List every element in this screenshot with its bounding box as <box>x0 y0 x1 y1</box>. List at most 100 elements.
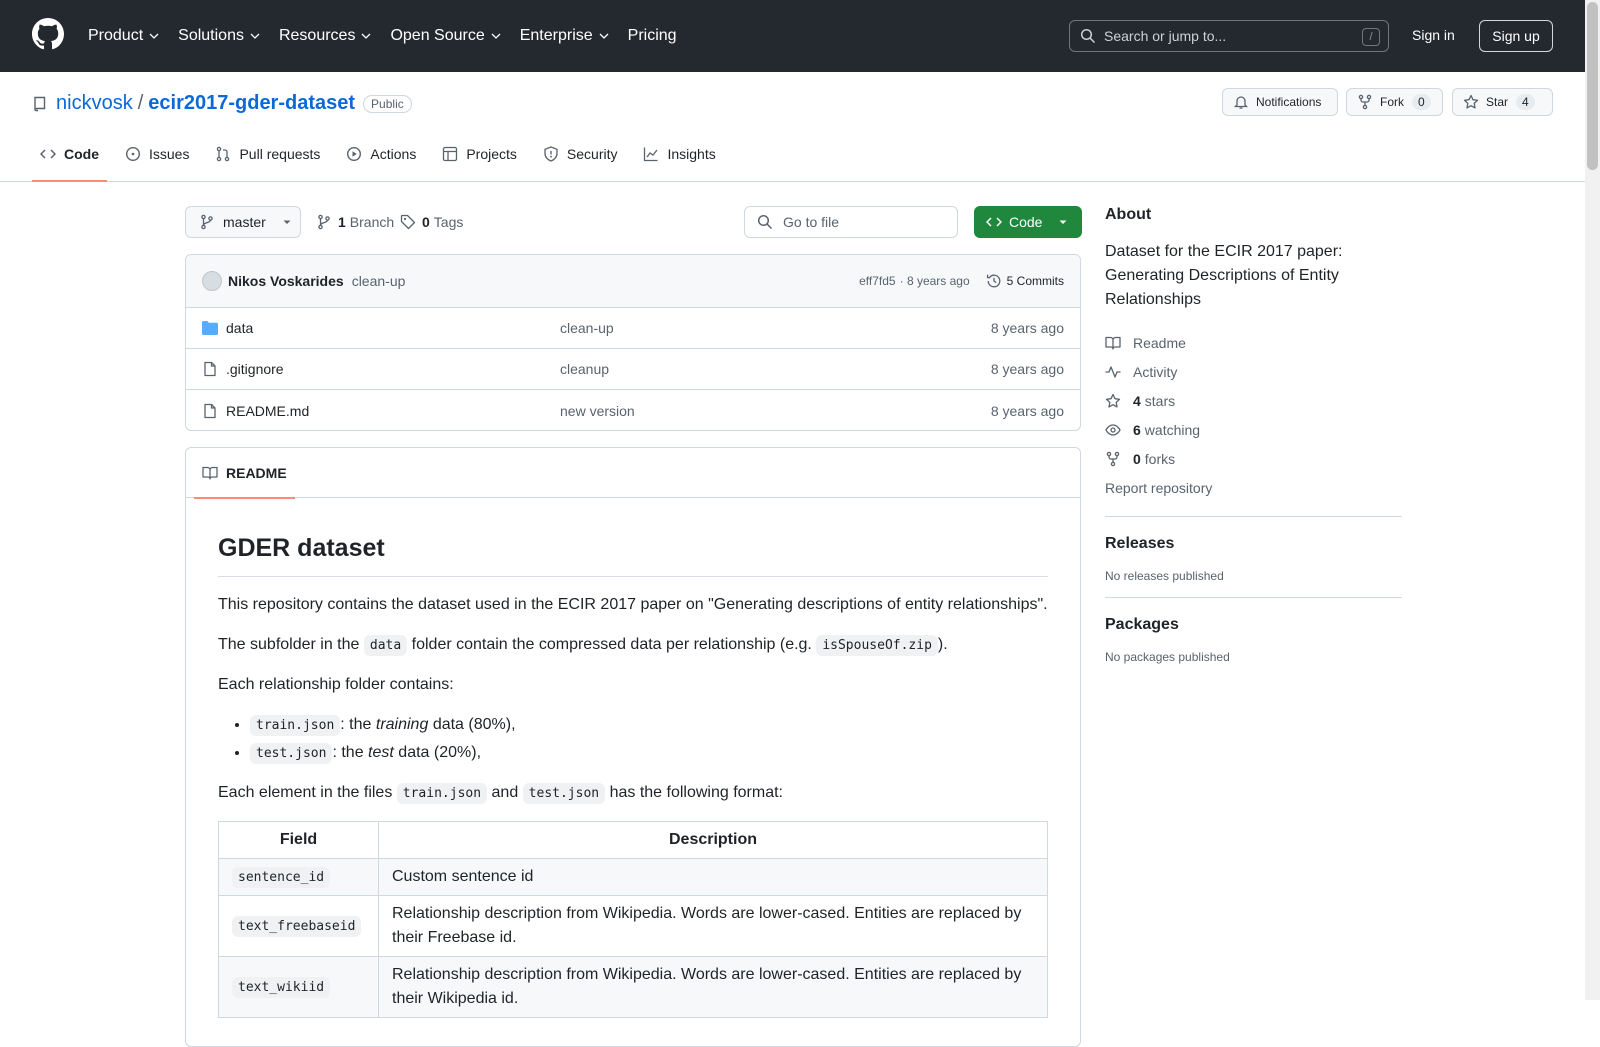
packages-empty-text: No packages published <box>1105 650 1230 664</box>
commit-message[interactable]: clean-up <box>352 273 406 289</box>
go-to-file-input[interactable]: Go to file <box>744 206 958 238</box>
branch-icon <box>201 214 213 230</box>
table-header: Field <box>218 820 379 859</box>
readme-header: README <box>186 448 1080 499</box>
avatar[interactable] <box>202 271 222 291</box>
tab-issues[interactable]: Issues <box>117 134 197 174</box>
tab-readme[interactable]: README <box>194 448 295 499</box>
file-row[interactable]: README.md new version 8 years ago <box>186 390 1080 430</box>
file-commit-message[interactable]: cleanup <box>560 361 609 377</box>
folder-icon <box>202 321 218 335</box>
releases-heading[interactable]: Releases <box>1105 535 1402 553</box>
history-icon <box>986 274 1001 288</box>
nav-enterprise[interactable]: Enterprise <box>520 27 610 45</box>
file-age: 8 years ago <box>990 402 1064 419</box>
watching-link[interactable]: 6 watching <box>1105 415 1402 444</box>
file-age: 8 years ago <box>990 320 1064 336</box>
search-placeholder: Search or jump to... <box>1104 28 1227 44</box>
repo-title: nickvosk / ecir2017-gder-dataset Public <box>32 92 412 115</box>
search-icon <box>1080 28 1096 44</box>
github-logo-icon[interactable] <box>32 18 64 50</box>
stars-link[interactable]: 4 stars <box>1105 386 1402 415</box>
readme-paragraph: Each element in the files train.json and… <box>218 781 1048 805</box>
file-name[interactable]: .gitignore <box>226 361 560 377</box>
nav-pricing[interactable]: Pricing <box>628 27 677 45</box>
file-name[interactable]: README.md <box>226 403 560 419</box>
nav-product[interactable]: Product <box>88 27 160 45</box>
pull-request-icon <box>217 146 230 162</box>
shield-icon <box>544 146 558 162</box>
commit-author[interactable]: Nikos Voskarides <box>228 273 344 289</box>
forks-link[interactable]: 0 forks <box>1105 444 1402 473</box>
book-icon <box>202 466 218 480</box>
nav-open-source[interactable]: Open Source <box>390 27 501 45</box>
issue-icon <box>125 146 141 162</box>
table-header-row: Field Description <box>218 820 1048 859</box>
packages-heading[interactable]: Packages <box>1105 616 1402 634</box>
search-shortcut-key: / <box>1362 28 1380 46</box>
inline-code: data <box>363 634 408 656</box>
scrollbar-thumb[interactable] <box>1587 2 1598 170</box>
repo-owner-link[interactable]: nickvosk <box>56 92 133 115</box>
readme-link[interactable]: Readme <box>1105 328 1402 357</box>
fork-button[interactable]: Fork 0 <box>1346 88 1443 116</box>
notifications-button[interactable]: Notifications <box>1222 88 1338 116</box>
branches-link[interactable]: 1 Branch <box>316 214 394 230</box>
repo-icon <box>34 96 46 111</box>
table-header: Description <box>378 820 1048 859</box>
commits-link[interactable]: 5 Commits <box>986 273 1064 289</box>
code-icon <box>40 149 56 159</box>
file-icon <box>204 361 216 377</box>
branch-icon <box>318 214 330 230</box>
file-list: Nikos Voskarides clean-up eff7fd5 · 8 ye… <box>185 254 1081 431</box>
readme-panel: README GDER dataset This repository cont… <box>185 447 1081 1047</box>
commit-sha[interactable]: eff7fd5 <box>859 274 895 288</box>
top-nav: Product Solutions Resources Open Source … <box>88 0 695 72</box>
file-name[interactable]: data <box>226 320 560 336</box>
fork-icon <box>1358 94 1372 110</box>
readme-title: GDER dataset <box>218 530 1048 577</box>
search-icon <box>757 214 773 230</box>
readme-paragraph: Each relationship folder contains: <box>218 675 454 693</box>
releases-empty-text: No releases published <box>1105 569 1224 583</box>
tab-actions[interactable]: Actions <box>338 134 424 174</box>
file-commit-message[interactable]: new version <box>560 403 635 419</box>
file-row[interactable]: data clean-up 8 years ago <box>186 308 1080 349</box>
tag-icon <box>400 214 416 230</box>
tags-link[interactable]: 0 Tags <box>400 214 463 230</box>
star-icon <box>1463 94 1479 109</box>
sign-in-link[interactable]: Sign in <box>1412 27 1455 43</box>
tab-security[interactable]: Security <box>535 134 626 174</box>
table-row: text_freebaseid Relationship description… <box>218 894 1048 957</box>
repo-header: nickvosk / ecir2017-gder-dataset Public … <box>0 72 1585 182</box>
table-row: text_wikiid Relationship description fro… <box>218 955 1048 1018</box>
branch-select-button[interactable]: master <box>185 206 301 238</box>
fork-count: 0 <box>1412 94 1431 110</box>
nav-solutions[interactable]: Solutions <box>178 27 261 45</box>
play-circle-icon <box>347 146 362 162</box>
tab-projects[interactable]: Projects <box>434 134 525 174</box>
file-row[interactable]: .gitignore cleanup 8 years ago <box>186 349 1080 390</box>
repo-name-link[interactable]: ecir2017-gder-dataset <box>148 92 355 115</box>
page-scrollbar[interactable] <box>1585 0 1600 1000</box>
tab-insights[interactable]: Insights <box>635 134 723 174</box>
about-heading: About <box>1105 206 1152 223</box>
eye-icon <box>1105 423 1121 436</box>
file-icon <box>204 403 216 418</box>
caret-down-icon <box>1059 220 1067 224</box>
code-dropdown-button[interactable]: Code <box>974 206 1082 238</box>
sign-up-button[interactable]: Sign up <box>1479 20 1553 52</box>
readme-paragraph: The subfolder in the data folder contain… <box>218 633 1048 657</box>
tab-code[interactable]: Code <box>32 134 107 182</box>
star-button[interactable]: Star 4 <box>1452 88 1553 116</box>
bell-icon <box>1233 96 1249 109</box>
list-item: test.json: the test data (20%), <box>250 741 1048 765</box>
search-input[interactable]: Search or jump to... / <box>1069 20 1389 52</box>
list-item: train.json: the training data (80%), <box>250 713 1048 737</box>
file-commit-message[interactable]: clean-up <box>560 320 614 336</box>
pulse-icon <box>1105 365 1121 378</box>
report-repository-link[interactable]: Report repository <box>1105 473 1402 502</box>
activity-link[interactable]: Activity <box>1105 357 1402 386</box>
tab-pull-requests[interactable]: Pull requests <box>207 134 328 174</box>
nav-resources[interactable]: Resources <box>279 27 372 45</box>
